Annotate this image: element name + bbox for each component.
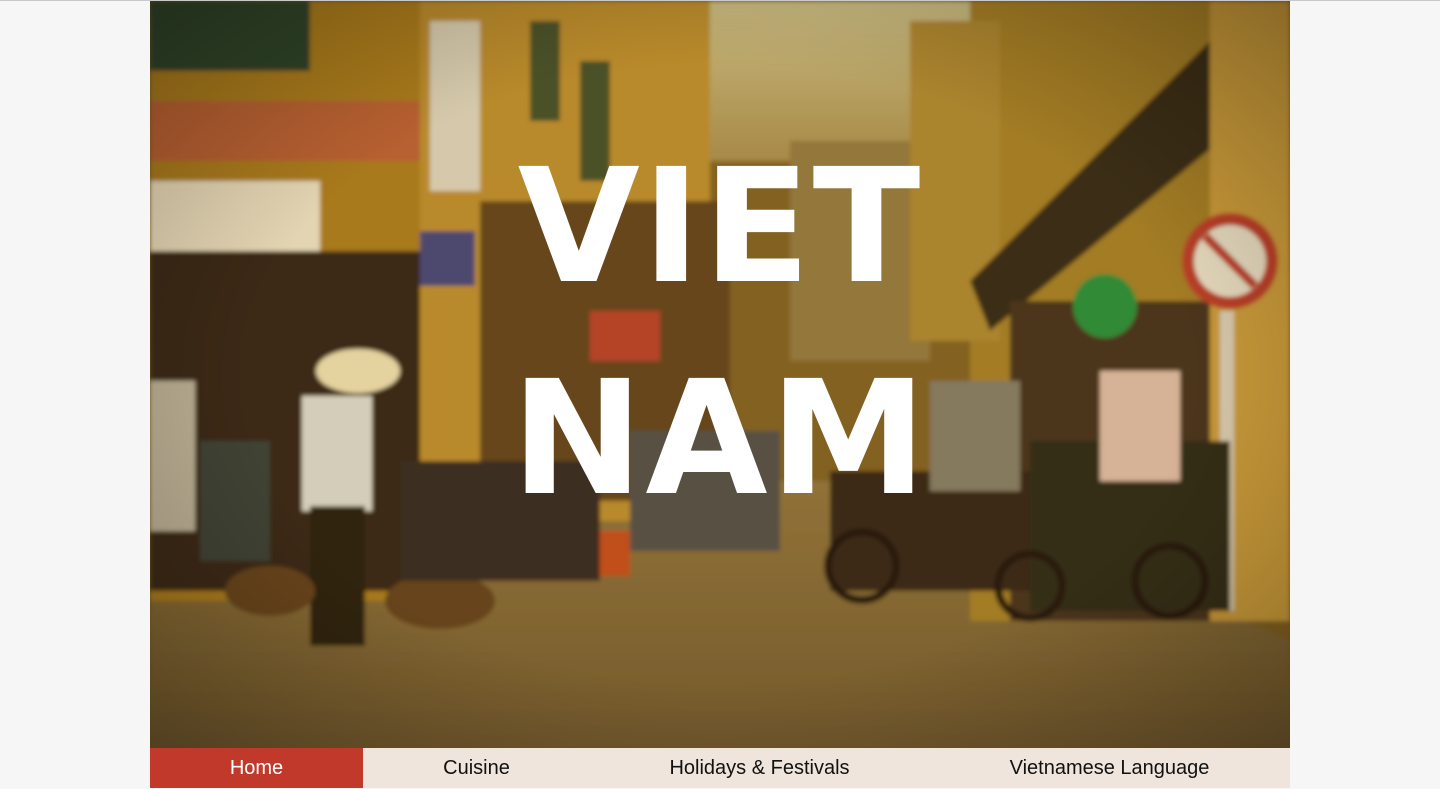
nav-item-vietnamese-language[interactable]: Vietnamese Language: [929, 748, 1290, 788]
hero-banner: VIET NAM: [150, 1, 1290, 748]
street-photo-image: [150, 1, 1290, 748]
nav-item-holidays-festivals[interactable]: Holidays & Festivals: [590, 748, 929, 788]
main-navigation: Home Cuisine Holidays & Festivals Vietna…: [150, 748, 1290, 788]
nav-item-home[interactable]: Home: [150, 748, 363, 788]
page-container: VIET NAM Home Cuisine Holidays & Festiva…: [150, 1, 1290, 789]
nav-item-cuisine[interactable]: Cuisine: [363, 748, 590, 788]
